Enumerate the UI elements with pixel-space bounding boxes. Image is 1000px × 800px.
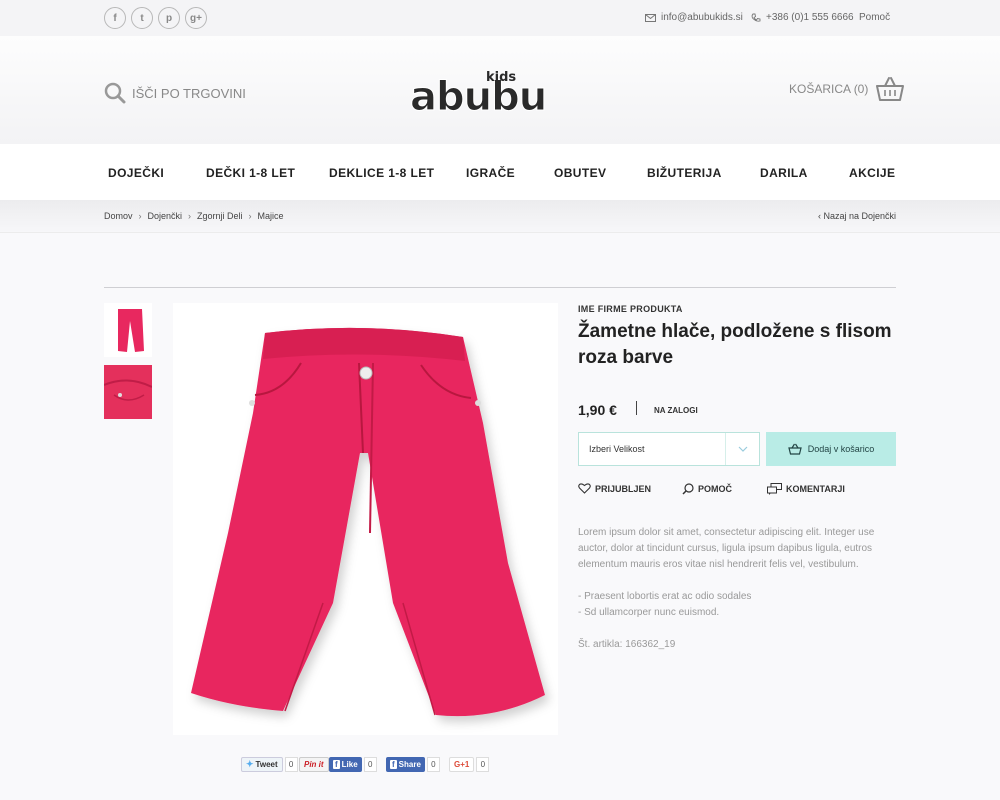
- breadcrumb-dojencki[interactable]: Dojenčki: [148, 211, 183, 221]
- share-count: 0: [426, 757, 440, 772]
- back-link[interactable]: ‹ Nazaj na Dojenčki: [818, 211, 896, 221]
- tweet-button[interactable]: ✦ Tweet: [241, 757, 283, 772]
- comments-button[interactable]: KOMENTARJI: [767, 483, 845, 495]
- twitter-bird-icon: ✦: [246, 759, 254, 769]
- facebook-share[interactable]: f Share 0: [386, 757, 440, 772]
- search-icon: [104, 82, 126, 104]
- breadcrumb: Domov › Dojenčki › Zgornji Deli › Majice: [104, 211, 284, 221]
- google-plus-share[interactable]: G+1 0: [449, 757, 490, 772]
- nav-item-deklice[interactable]: DEKLICE 1-8 LET: [329, 166, 434, 180]
- thumbnail-front[interactable]: [104, 303, 152, 357]
- logo-wordmark: abubu: [409, 74, 547, 121]
- facebook-share-button[interactable]: f Share: [386, 757, 425, 772]
- pin-it-button[interactable]: Pin it: [299, 757, 329, 772]
- email-link[interactable]: info@abubukids.si: [645, 12, 743, 23]
- breadcrumb-bar: Domov › Dojenčki › Zgornji Deli › Majice…: [0, 200, 1000, 233]
- pinterest-icon[interactable]: p: [158, 7, 180, 29]
- content-divider: [104, 287, 896, 288]
- help-button[interactable]: POMOČ: [682, 483, 732, 495]
- product-description: Lorem ipsum dolor sit amet, consectetur …: [578, 527, 875, 570]
- breadcrumb-zgornji-deli[interactable]: Zgornji Deli: [197, 211, 243, 221]
- nav-item-obutev[interactable]: OBUTEV: [554, 166, 606, 180]
- stock-status: NA ZALOGI: [654, 406, 698, 415]
- logo[interactable]: abubu kids: [409, 70, 580, 121]
- logo-kids-text: kids: [486, 70, 517, 85]
- nav-item-igrace[interactable]: IGRAČE: [466, 166, 515, 180]
- chevron-down-icon: [725, 433, 759, 465]
- tweet-label: Tweet: [255, 760, 278, 769]
- product-sku: Št. artikla: 166362_19: [578, 639, 676, 650]
- like-label: Like: [341, 760, 358, 769]
- product-image[interactable]: [173, 303, 558, 735]
- pin-it-label: Pin it: [304, 760, 324, 769]
- facebook-like-share[interactable]: f Like 0: [329, 757, 377, 772]
- like-count: 0: [363, 757, 377, 772]
- facebook-like-button[interactable]: f Like: [329, 757, 362, 772]
- breadcrumb-separator: ›: [248, 211, 252, 221]
- share-label: Share: [398, 760, 421, 769]
- tweet-share[interactable]: ✦ Tweet 0: [241, 757, 298, 772]
- help-link[interactable]: Pomoč: [859, 12, 890, 23]
- price-separator: [636, 401, 637, 415]
- phone-icon: [751, 13, 761, 22]
- facebook-icon: f: [390, 760, 397, 769]
- twitter-icon[interactable]: t: [131, 7, 153, 29]
- help-label: POMOČ: [698, 484, 733, 494]
- product-bullet: - Sd ullamcorper nunc euismod.: [578, 607, 720, 618]
- breadcrumb-separator: ›: [138, 211, 142, 221]
- heart-icon: [578, 483, 591, 494]
- product-title: Žametne hlače, podložene s flisom roza b…: [578, 321, 892, 368]
- social-links: f t p g+: [104, 7, 207, 29]
- search-label: IŠČI PO TRGOVINI: [132, 85, 246, 101]
- size-select-value: Izberi Velikost: [589, 444, 645, 454]
- add-to-cart-button[interactable]: Dodaj v košarico: [766, 432, 896, 466]
- pants-thumbnail-image: [118, 309, 144, 352]
- help-text: Pomoč: [859, 12, 891, 23]
- pink-pants-image: [191, 327, 545, 717]
- nav-item-bizuterija[interactable]: BIŽUTERIJA: [647, 166, 722, 180]
- thumbnail-detail[interactable]: [104, 365, 152, 419]
- facebook-icon: f: [333, 760, 340, 769]
- phone-link[interactable]: +386 (0)1 555 6666: [751, 12, 854, 23]
- product-brand: IME FIRME PRODUKTA: [578, 304, 683, 314]
- favorite-label: PRIJUBLJEN: [595, 483, 652, 494]
- pinterest-share[interactable]: Pin it: [299, 757, 329, 772]
- search-trigger[interactable]: IŠČI PO TRGOVINI: [104, 82, 246, 104]
- tweet-count: 0: [284, 757, 298, 772]
- breadcrumb-majice[interactable]: Majice: [258, 211, 284, 221]
- nav-item-decki[interactable]: DEČKI 1-8 LET: [206, 166, 295, 180]
- comments-label: KOMENTARJI: [786, 484, 845, 494]
- breadcrumb-home[interactable]: Domov: [104, 211, 133, 221]
- google-plus-icon[interactable]: g+: [185, 7, 207, 29]
- cart-button[interactable]: KOŠARICA (0): [789, 76, 905, 102]
- email-text: info@abubukids.si: [661, 12, 743, 23]
- basket-icon: [876, 77, 905, 101]
- favorite-button[interactable]: PRIJUBLJEN: [578, 483, 651, 494]
- main-nav: DOJEČKI DEČKI 1-8 LET DEKLICE 1-8 LET IG…: [0, 144, 1000, 200]
- pants-detail-thumbnail-image: [104, 365, 152, 419]
- phone-text: +386 (0)1 555 6666: [766, 12, 854, 23]
- size-select[interactable]: Izberi Velikost: [578, 432, 760, 466]
- product-price: 1,90 €: [578, 402, 617, 418]
- product-bullet: - Praesent lobortis erat ac odio sodales: [578, 591, 752, 602]
- comments-icon: [767, 483, 782, 495]
- nav-item-akcije[interactable]: AKCIJE: [849, 166, 895, 180]
- magnifier-icon: [682, 483, 694, 495]
- cart-label: KOŠARICA (0): [789, 82, 869, 96]
- gplus-count: 0: [476, 757, 490, 772]
- top-bar: f t p g+ info@abubukids.si +386 (0)1 555…: [0, 0, 1000, 36]
- google-plus-button[interactable]: G+1: [449, 757, 475, 772]
- nav-item-dojencki[interactable]: DOJEČKI: [108, 166, 164, 180]
- basket-icon: [787, 443, 802, 455]
- gplus-label: G+1: [454, 760, 470, 769]
- breadcrumb-separator: ›: [188, 211, 192, 221]
- add-to-cart-label: Dodaj v košarico: [807, 444, 875, 454]
- facebook-icon[interactable]: f: [104, 7, 126, 29]
- nav-item-darila[interactable]: DARILA: [760, 166, 808, 180]
- header: IŠČI PO TRGOVINI abubu kids KOŠARICA (0): [0, 36, 1000, 144]
- mail-icon: [645, 13, 656, 22]
